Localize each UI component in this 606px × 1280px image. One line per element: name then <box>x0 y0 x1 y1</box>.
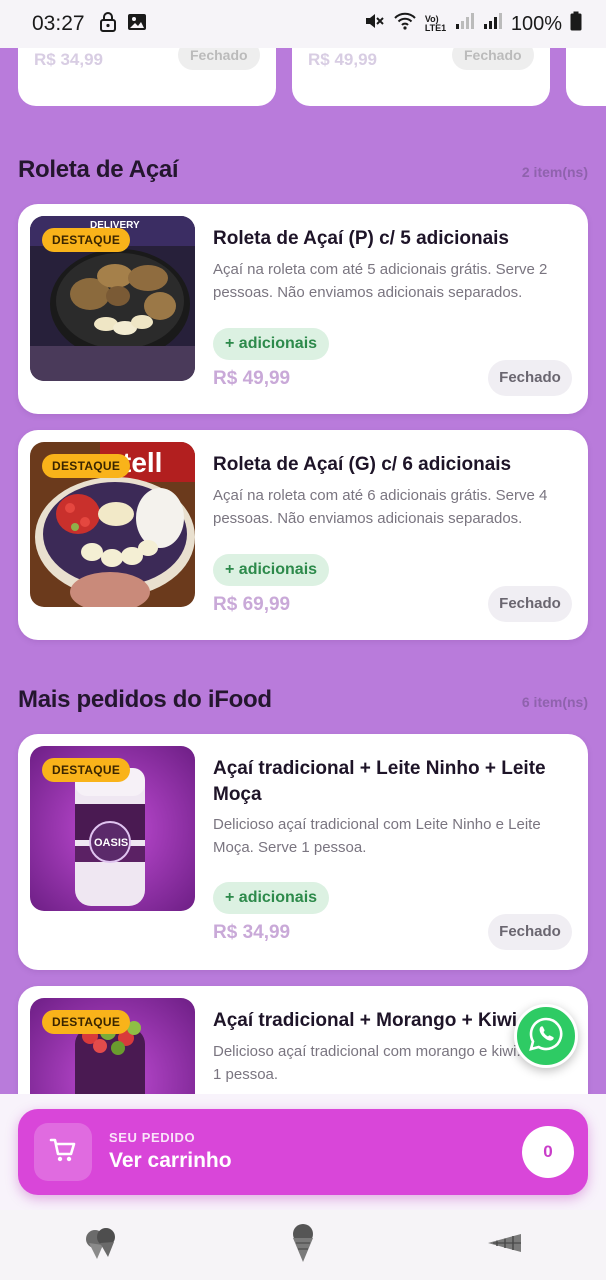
partial-price: R$ 34,99 <box>34 50 103 69</box>
network-label: Vo) LTE1 <box>424 14 447 33</box>
product-description: Delicioso açaí tradicional com Leite Nin… <box>213 816 541 856</box>
section-header: Roleta de Açaí 2 item(ns) <box>18 156 588 184</box>
featured-badge: DESTAQUE <box>42 1010 131 1034</box>
status-time: 03:27 <box>32 12 85 35</box>
menu-scroll-area[interactable]: R$ 34,99 Fechado R$ 49,99 Fechado Roleta… <box>0 48 606 1094</box>
featured-badge: DESTAQUE <box>42 758 131 782</box>
addons-button[interactable]: + adicionais <box>213 328 330 360</box>
ice-cream-cone-icon <box>287 1223 319 1268</box>
featured-badge: DESTAQUE <box>42 454 131 478</box>
product-price: R$ 49,99 <box>213 368 291 389</box>
view-cart-button[interactable]: SEU PEDIDO Ver carrinho 0 <box>18 1109 588 1195</box>
closed-status-button[interactable]: Fechado <box>488 914 572 950</box>
product-name: Roleta de Açaí (P) c/ 5 adicionais <box>213 228 510 249</box>
status-bar: 03:27 Vo) LTE1 100% <box>0 0 606 48</box>
product-card[interactable]: DELIVERY DESTAQUE Roleta de Açaí (P) c/ … <box>18 204 588 414</box>
product-name: Açaí tradicional + Leite Ninho + Leite M… <box>213 758 546 805</box>
nav-item-waffle[interactable] <box>465 1215 545 1275</box>
product-image: OASIS DESTAQUE <box>30 746 195 911</box>
section-title: Roleta de Açaí <box>18 156 179 183</box>
whatsapp-icon <box>528 1016 564 1057</box>
section-count: 2 item(ns) <box>521 164 588 180</box>
product-card[interactable]: tell DESTAQUE Roleta de Açaí (G) c/ 6 ad… <box>18 430 588 640</box>
signal-icon <box>455 12 475 36</box>
product-price: R$ 69,99 <box>213 594 291 615</box>
cart-icon-box <box>34 1123 92 1181</box>
partial-product-card[interactable] <box>566 48 606 106</box>
cart-area: SEU PEDIDO Ver carrinho 0 <box>0 1094 606 1210</box>
whatsapp-button[interactable] <box>514 1004 578 1068</box>
nav-item-cone[interactable] <box>263 1215 343 1275</box>
nav-item-scoops[interactable] <box>61 1215 141 1275</box>
svg-text:OASIS: OASIS <box>94 837 128 849</box>
partial-product-card[interactable]: R$ 49,99 Fechado <box>292 48 550 106</box>
section-header: Mais pedidos do iFood 6 item(ns) <box>18 686 588 714</box>
partial-status-button[interactable]: Fechado <box>452 48 534 70</box>
lock-icon <box>99 11 117 37</box>
ice-cream-scoops-icon <box>81 1225 121 1266</box>
signal-icon <box>483 12 503 36</box>
image-icon <box>127 13 147 36</box>
battery-icon <box>570 11 582 37</box>
wifi-icon <box>393 11 417 37</box>
status-icons: Vo) LTE1 100% <box>363 11 582 37</box>
featured-badge: DESTAQUE <box>42 228 131 252</box>
waffle-cone-icon <box>485 1231 525 1260</box>
closed-status-button[interactable]: Fechado <box>488 586 572 622</box>
addons-button[interactable]: + adicionais <box>213 554 330 586</box>
cart-count-badge: 0 <box>522 1126 574 1178</box>
product-price: R$ 34,99 <box>213 922 291 943</box>
section-title: Mais pedidos do iFood <box>18 686 272 713</box>
product-image: DELIVERY DESTAQUE <box>30 216 195 381</box>
addons-button[interactable]: + adicionais <box>213 882 330 914</box>
product-card[interactable]: OASIS DESTAQUE Açaí tradicional + Leite … <box>18 734 588 970</box>
cart-title: Ver carrinho <box>109 1149 232 1172</box>
product-card[interactable]: DESTAQUE Açaí tradicional + Morango + Ki… <box>18 986 588 1094</box>
partial-product-card[interactable]: R$ 34,99 Fechado <box>18 48 276 106</box>
product-description: Açaí na roleta com até 6 adicionais grát… <box>213 487 548 527</box>
battery-percent: 100% <box>510 12 562 35</box>
cart-label: SEU PEDIDO <box>109 1130 196 1145</box>
bottom-nav <box>0 1210 606 1280</box>
partial-status-button[interactable]: Fechado <box>178 48 260 70</box>
partial-price: R$ 49,99 <box>308 50 377 69</box>
section-count: 6 item(ns) <box>521 694 588 710</box>
product-name: Roleta de Açaí (G) c/ 6 adicionais <box>213 454 512 475</box>
product-image: tell DESTAQUE <box>30 442 195 607</box>
product-image: DESTAQUE <box>30 998 195 1094</box>
cart-icon <box>48 1135 78 1170</box>
product-description: Açaí na roleta com até 5 adicionais grát… <box>213 261 548 301</box>
mute-icon <box>363 11 385 37</box>
closed-status-button[interactable]: Fechado <box>488 360 572 396</box>
